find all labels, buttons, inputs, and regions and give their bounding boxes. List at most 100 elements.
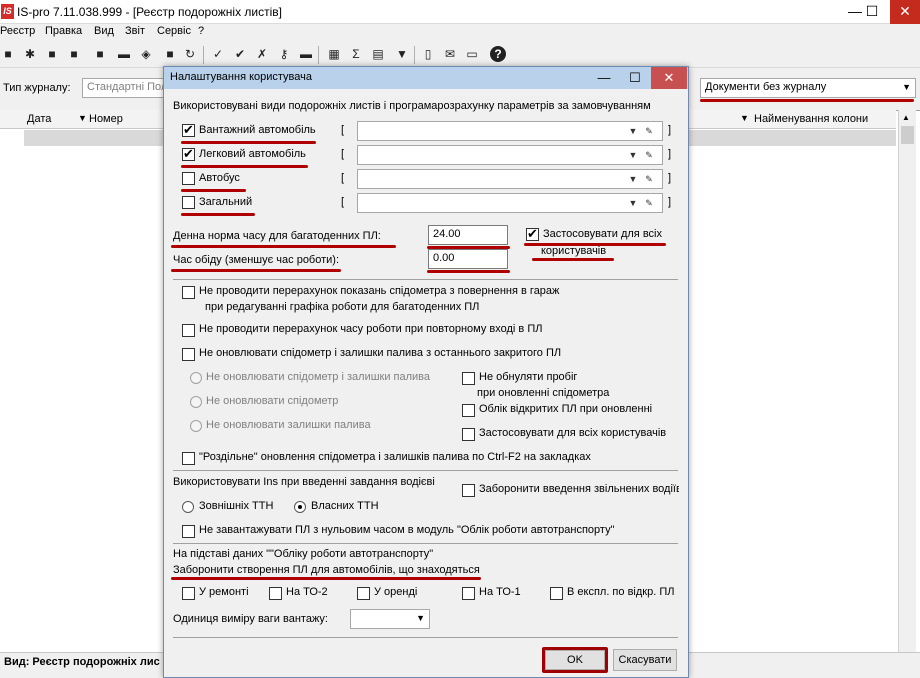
folder-icon[interactable]: ■: [0, 46, 16, 62]
column-number[interactable]: Номер: [89, 113, 123, 125]
apply-all-users-checkbox[interactable]: [526, 226, 539, 242]
pencil-icon[interactable]: ✎: [642, 122, 656, 140]
bus-program-select[interactable]: ▼ ✎: [357, 169, 663, 189]
uncheck-icon[interactable]: ✗: [254, 46, 270, 62]
menu-report[interactable]: Звіт: [125, 25, 145, 37]
new-doc-icon[interactable]: ✱: [22, 46, 38, 62]
no-recalc-speedometer-label: Не проводити перерахунок показань спідом…: [199, 285, 560, 297]
passenger-program-select[interactable]: ▼ ✎: [357, 145, 663, 165]
no-update-speedometer-label: Не оновлювати спідометр і залишки палива…: [199, 347, 562, 359]
column-convoy-name[interactable]: Найменування колони: [754, 113, 868, 125]
chevron-down-icon: ▼: [416, 613, 425, 623]
journal-type-label: Тип журналу:: [3, 82, 71, 94]
document-icon[interactable]: ▯: [420, 46, 436, 62]
pencil-icon[interactable]: ✎: [642, 170, 656, 188]
vertical-scrollbar[interactable]: ▲: [898, 110, 916, 670]
to2-checkbox[interactable]: [269, 587, 282, 600]
bracket-open: [: [341, 196, 345, 208]
sum-icon[interactable]: Σ: [348, 46, 364, 62]
no-reset-mileage-checkbox[interactable]: [462, 372, 475, 385]
apply-all-users-2-checkbox[interactable]: [462, 428, 475, 441]
menu-bar: Реєстр Правка Вид Звіт Сервіс ?: [0, 24, 920, 42]
maximize-button[interactable]: ☐: [857, 0, 887, 24]
bracket-close: ]: [668, 124, 672, 136]
no-update-speedometer-checkbox[interactable]: [182, 348, 195, 361]
dialog-titlebar: Налаштування користувача — ☐ ✕: [164, 67, 688, 89]
ok-button[interactable]: OK: [545, 650, 605, 670]
window-title: IS-pro 7.11.038.999 - [Реєстр подорожніх…: [17, 5, 282, 19]
open-pl-checkbox[interactable]: [462, 404, 475, 417]
cargo-program-select[interactable]: ▼ ✎: [357, 121, 663, 141]
key-icon[interactable]: ⚷: [276, 46, 292, 62]
annotation-underline: [700, 99, 914, 102]
pencil-icon[interactable]: ✎: [642, 194, 656, 212]
annotation-underline: [532, 258, 614, 261]
package-icon[interactable]: ◈: [138, 46, 154, 62]
journal-select[interactable]: Документи без журналу ▼: [700, 78, 916, 98]
radio-own-ttn[interactable]: [294, 501, 306, 513]
menu-service[interactable]: Сервіс: [157, 25, 191, 37]
check-icon[interactable]: ✓: [210, 46, 226, 62]
general-checkbox[interactable]: [182, 196, 195, 209]
radio-no-update-both[interactable]: [190, 372, 202, 384]
help-icon[interactable]: ?: [490, 46, 506, 62]
mail-icon[interactable]: ✉: [442, 46, 458, 62]
dialog-maximize-button[interactable]: ☐: [619, 67, 651, 89]
journal-type-select[interactable]: Стандартні Пол: [82, 78, 172, 98]
no-reset-mileage-label-2: при оновленні спідометра: [477, 387, 610, 399]
rented-checkbox[interactable]: [357, 587, 370, 600]
refresh-icon[interactable]: ↻: [182, 46, 198, 62]
dialog-close-button[interactable]: ✕: [651, 67, 687, 89]
check-double-icon[interactable]: ✔: [232, 46, 248, 62]
menu-edit[interactable]: Правка: [45, 25, 82, 37]
column-date[interactable]: Дата: [27, 113, 51, 125]
passenger-car-checkbox[interactable]: [182, 146, 195, 162]
scroll-thumb[interactable]: [901, 126, 914, 144]
copy-icon[interactable]: ■: [44, 46, 60, 62]
radio-no-update-speedometer[interactable]: [190, 396, 202, 408]
daily-norm-input[interactable]: 24.00: [428, 225, 508, 245]
divider: [173, 470, 678, 471]
toolbar-separator: [203, 46, 204, 64]
delete-icon[interactable]: ■: [92, 46, 108, 62]
weight-unit-select[interactable]: ▼: [350, 609, 430, 629]
forbid-fired-label: Заборонити введення звільнених водіїв: [479, 483, 679, 495]
in-operation-checkbox[interactable]: [550, 587, 563, 600]
toolbar: ■ ✱ ■ ■ ■ ▬ ◈ ■ ↻ ✓ ✔ ✗ ⚷ ▬ ▦ Σ ▤ ▼ ▯ ✉ …: [0, 42, 920, 68]
forbid-fired-checkbox[interactable]: [462, 484, 475, 497]
cancel-button[interactable]: Скасувати: [613, 649, 677, 671]
menu-help[interactable]: ?: [198, 25, 204, 37]
dialog-title: Налаштування користувача: [170, 71, 313, 83]
table-icon[interactable]: ▦: [326, 46, 342, 62]
divider: [173, 279, 678, 280]
general-program-select[interactable]: ▼ ✎: [357, 193, 663, 213]
sort-down-icon: ▼: [740, 113, 749, 123]
separate-update-checkbox[interactable]: [182, 452, 195, 465]
filter-icon[interactable]: ▼: [394, 46, 410, 62]
print-icon[interactable]: ▬: [116, 46, 132, 62]
menu-registry[interactable]: Реєстр: [0, 25, 35, 37]
app-titlebar: IS IS-pro 7.11.038.999 - [Реєстр подорож…: [0, 0, 920, 24]
window-icon[interactable]: ▭: [464, 46, 480, 62]
no-recalc-speedometer-checkbox[interactable]: [182, 286, 195, 299]
grid-icon[interactable]: ▤: [370, 46, 386, 62]
bus-checkbox[interactable]: [182, 172, 195, 185]
to1-label: На ТО-1: [479, 586, 521, 598]
menu-view[interactable]: Вид: [94, 25, 114, 37]
export-icon[interactable]: ■: [162, 46, 178, 62]
close-button[interactable]: ✕: [890, 0, 920, 24]
list-icon[interactable]: ▬: [298, 46, 314, 62]
cargo-car-checkbox[interactable]: [182, 122, 195, 138]
dialog-minimize-button[interactable]: —: [588, 67, 620, 89]
no-recalc-worktime-label: Не проводити перерахунок часу роботи при…: [199, 323, 543, 335]
in-repair-checkbox[interactable]: [182, 587, 195, 600]
radio-external-ttn[interactable]: [182, 501, 194, 513]
move-icon[interactable]: ■: [66, 46, 82, 62]
no-recalc-worktime-checkbox[interactable]: [182, 324, 195, 337]
to1-checkbox[interactable]: [462, 587, 475, 600]
zero-time-checkbox[interactable]: [182, 525, 195, 538]
scroll-up-icon[interactable]: ▲: [902, 113, 910, 122]
lunch-input[interactable]: 0.00: [428, 249, 508, 269]
pencil-icon[interactable]: ✎: [642, 146, 656, 164]
radio-no-update-fuel[interactable]: [190, 420, 202, 432]
